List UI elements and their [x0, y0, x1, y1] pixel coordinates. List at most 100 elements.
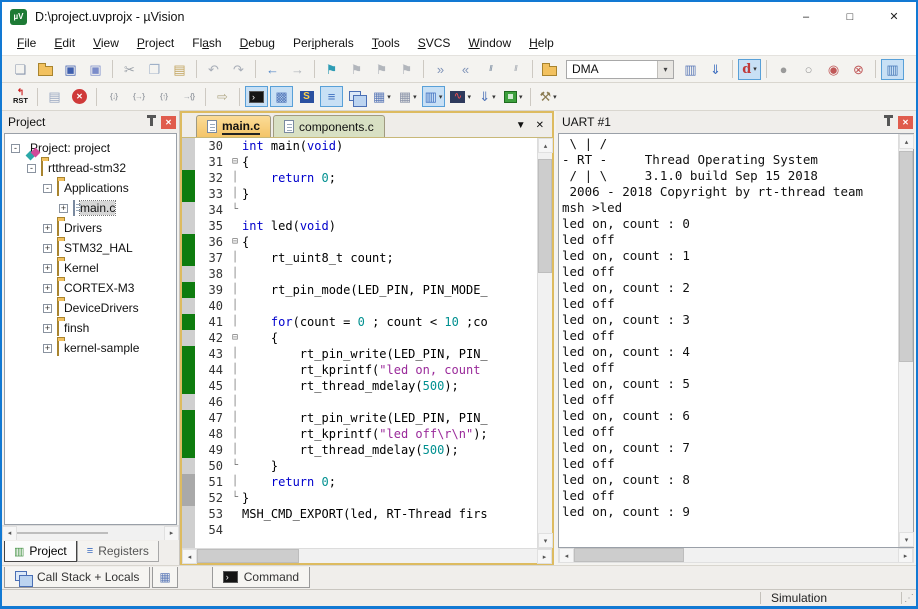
reset-button[interactable]: ↰RST	[9, 86, 32, 107]
save-all-button[interactable]: ▣	[84, 59, 107, 80]
memory-window-tab[interactable]: ▦	[152, 567, 177, 588]
menu-peripherals[interactable]: Peripherals	[284, 33, 363, 53]
pin-icon[interactable]	[150, 118, 153, 126]
maximize-button[interactable]: □	[828, 2, 872, 31]
menu-flash[interactable]: Flash	[183, 33, 230, 53]
tree-item-drivers[interactable]: +Drivers	[5, 218, 176, 238]
previous-bookmark-button[interactable]: ⚑	[370, 59, 393, 80]
panel-tab-registers[interactable]: ≡Registers	[77, 541, 159, 562]
tree-expander-icon[interactable]: +	[43, 284, 52, 293]
menu-file[interactable]: File	[8, 33, 45, 53]
scroll-left-icon[interactable]: ◂	[559, 548, 574, 563]
clear-bookmarks-button[interactable]: ⚑	[395, 59, 418, 80]
tree-expander-icon[interactable]: +	[43, 324, 52, 333]
editor-hscrollbar[interactable]: ◂ ▸	[182, 548, 552, 563]
dropdown-caret-icon[interactable]: ▾	[387, 93, 391, 101]
new-file-button[interactable]: ❏	[9, 59, 32, 80]
run-to-cursor-button[interactable]: →{}	[177, 86, 200, 107]
dropdown-caret-icon[interactable]: ▾	[439, 93, 443, 101]
project-hscrollbar[interactable]: ◂ ▸	[2, 525, 179, 540]
command-window-button[interactable]: ›	[245, 86, 268, 107]
scroll-right-icon[interactable]: ▸	[164, 526, 179, 541]
tree-item-project-project[interactable]: -Project: project	[5, 138, 176, 158]
toggle-bookmark-button[interactable]: ⚑	[320, 59, 343, 80]
tree-expander-icon[interactable]: +	[43, 344, 52, 353]
indent-button[interactable]: »	[429, 59, 452, 80]
scroll-thumb[interactable]	[574, 548, 684, 562]
dropdown-caret-icon[interactable]: ▾	[413, 93, 417, 101]
project-window-toggle-button[interactable]: ▥	[881, 59, 904, 80]
logic-analyzer-button[interactable]: ∿▾	[447, 86, 474, 107]
uncomment-button[interactable]: //	[504, 59, 527, 80]
registers-window-button[interactable]: ≡	[320, 86, 343, 107]
step-into-button[interactable]: {↓}	[102, 86, 125, 107]
editor-vscrollbar[interactable]: ▴ ▾	[537, 138, 552, 548]
uart-hscrollbar[interactable]: ◂ ▸	[558, 548, 914, 563]
scroll-thumb[interactable]	[899, 151, 913, 362]
tab-list-icon[interactable]: ▼	[516, 120, 526, 131]
tree-item-cortex-m3[interactable]: +CORTEX-M3	[5, 278, 176, 298]
system-viewer-button[interactable]: ▾	[501, 86, 526, 107]
scroll-thumb[interactable]	[538, 159, 552, 273]
disable-all-breakpoints-button[interactable]: ◉	[822, 59, 845, 80]
call-stack-window-button[interactable]	[345, 86, 368, 107]
incremental-find-button[interactable]: ⇓	[704, 59, 727, 80]
close-button[interactable]: ✕	[872, 2, 916, 31]
tree-item-rtthread-stm32[interactable]: -rtthread-stm32	[5, 158, 176, 178]
dropdown-caret-icon[interactable]: ▾	[467, 93, 471, 101]
undo-button[interactable]: ↶	[202, 59, 225, 80]
tree-item-stm32-hal[interactable]: +STM32_HAL	[5, 238, 176, 258]
go-button[interactable]: ⇨	[211, 86, 234, 107]
outdent-button[interactable]: «	[454, 59, 477, 80]
tree-expander-icon[interactable]: +	[43, 304, 52, 313]
tree-expander-icon[interactable]: -	[11, 144, 20, 153]
call-stack-tab[interactable]: Call Stack + Locals	[4, 567, 150, 588]
tree-item-kernel[interactable]: +Kernel	[5, 258, 176, 278]
device-combobox[interactable]: DMA▾	[566, 60, 674, 79]
start-stop-debug-button[interactable]: d▾	[738, 59, 761, 80]
insert-breakpoint-button[interactable]: ●	[772, 59, 795, 80]
scroll-thumb[interactable]	[197, 549, 299, 563]
editor-tab-components-c[interactable]: components.c	[273, 115, 385, 137]
tree-expander-icon[interactable]: -	[27, 164, 36, 173]
menu-help[interactable]: Help	[520, 33, 563, 53]
editor-tab-main-c[interactable]: main.c	[196, 115, 271, 137]
menu-tools[interactable]: Tools	[363, 33, 409, 53]
code-area[interactable]: 30int main(void)31⊟{32│ return 0;33│}34└…	[182, 138, 537, 548]
fold-marker[interactable]: ⊟	[228, 154, 242, 170]
kill-all-breakpoints-button[interactable]: ⊗	[847, 59, 870, 80]
watch-window-button[interactable]: ▦▾	[370, 86, 394, 107]
open-file-button[interactable]	[34, 59, 57, 80]
find-in-files-dialog-button[interactable]: ▥	[679, 59, 702, 80]
editor-close-icon[interactable]: ✕	[536, 120, 544, 131]
serial-window-button[interactable]: ▥▾	[422, 86, 446, 107]
trace-window-button[interactable]: ⇓▾	[476, 86, 499, 107]
uart-panel-close-icon[interactable]: ✕	[898, 116, 913, 129]
cut-button[interactable]: ✂	[118, 59, 141, 80]
tree-expander-icon[interactable]: +	[59, 204, 68, 213]
stop-debug-button[interactable]: ✕	[68, 86, 91, 107]
memory-window-button[interactable]: ▦▾	[396, 86, 420, 107]
tree-item-finsh[interactable]: +finsh	[5, 318, 176, 338]
tree-item-devicedrivers[interactable]: +DeviceDrivers	[5, 298, 176, 318]
scroll-left-icon[interactable]: ◂	[182, 549, 197, 564]
title-bar[interactable]: µV D:\project.uvprojx - µVision – □ ✕	[2, 2, 916, 31]
combobox-dropdown-icon[interactable]: ▾	[657, 61, 673, 78]
toolbox-button[interactable]: ⚒▾	[536, 86, 559, 107]
tree-item-kernel-sample[interactable]: +kernel-sample	[5, 338, 176, 358]
dropdown-caret-icon[interactable]: ▾	[753, 65, 757, 73]
tree-expander-icon[interactable]: -	[43, 184, 52, 193]
dropdown-caret-icon[interactable]: ▾	[553, 93, 557, 101]
menu-svcs[interactable]: SVCS	[409, 33, 460, 53]
tree-expander-icon[interactable]: +	[43, 244, 52, 253]
tree-expander-icon[interactable]: +	[43, 264, 52, 273]
scroll-up-icon[interactable]: ▴	[538, 138, 553, 153]
menu-debug[interactable]: Debug	[231, 33, 284, 53]
menu-window[interactable]: Window	[459, 33, 520, 53]
navigate-forward-button[interactable]: →	[286, 59, 309, 80]
step-over-button[interactable]: {→}	[127, 86, 150, 107]
resize-grip[interactable]: ⋰	[902, 593, 916, 604]
copy-button[interactable]: ❐	[143, 59, 166, 80]
menu-view[interactable]: View	[84, 33, 128, 53]
comment-button[interactable]: //	[479, 59, 502, 80]
